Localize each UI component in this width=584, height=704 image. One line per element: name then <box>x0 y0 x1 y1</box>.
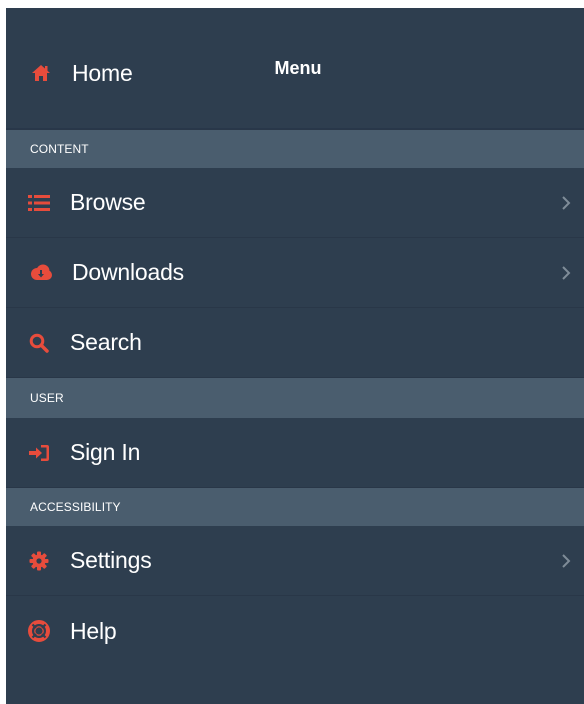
menu-item-browse-label: Browse <box>70 189 146 215</box>
menu-item-search[interactable]: Search <box>6 308 584 378</box>
menu-item-settings[interactable]: Settings <box>6 526 584 596</box>
life-ring-icon <box>28 620 50 642</box>
menu-item-downloads-label: Downloads <box>72 259 184 285</box>
menu-item-help[interactable]: Help <box>6 596 584 666</box>
gear-icon <box>28 550 50 572</box>
section-content-label: CONTENT <box>30 142 89 156</box>
list-icon <box>28 192 50 214</box>
menu-item-downloads[interactable]: Downloads <box>6 238 584 308</box>
menu-item-sign-in-label: Sign In <box>70 439 141 465</box>
menu-item-home-label: Home <box>72 59 133 86</box>
home-icon <box>30 62 52 84</box>
menu-item-browse[interactable]: Browse <box>6 168 584 238</box>
menu-item-home[interactable]: Home <box>6 53 584 93</box>
chevron-right-icon <box>562 265 571 280</box>
side-menu: Menu Home CONTENT Browse Downloads Searc… <box>6 8 584 704</box>
chevron-right-icon <box>562 553 571 568</box>
search-icon <box>28 332 50 354</box>
home-row-spacer <box>6 93 584 130</box>
section-accessibility-label: ACCESSIBILITY <box>30 500 121 514</box>
menu-item-help-label: Help <box>70 617 117 644</box>
cloud-download-icon <box>30 262 52 284</box>
section-accessibility: ACCESSIBILITY <box>6 488 584 526</box>
section-content: CONTENT <box>6 130 584 168</box>
section-user: USER <box>6 378 584 418</box>
menu-item-sign-in[interactable]: Sign In <box>6 418 584 488</box>
sign-in-icon <box>28 442 50 464</box>
chevron-right-icon <box>562 195 571 210</box>
section-user-label: USER <box>30 391 64 405</box>
menu-item-search-label: Search <box>70 329 142 355</box>
menu-item-settings-label: Settings <box>70 547 152 573</box>
